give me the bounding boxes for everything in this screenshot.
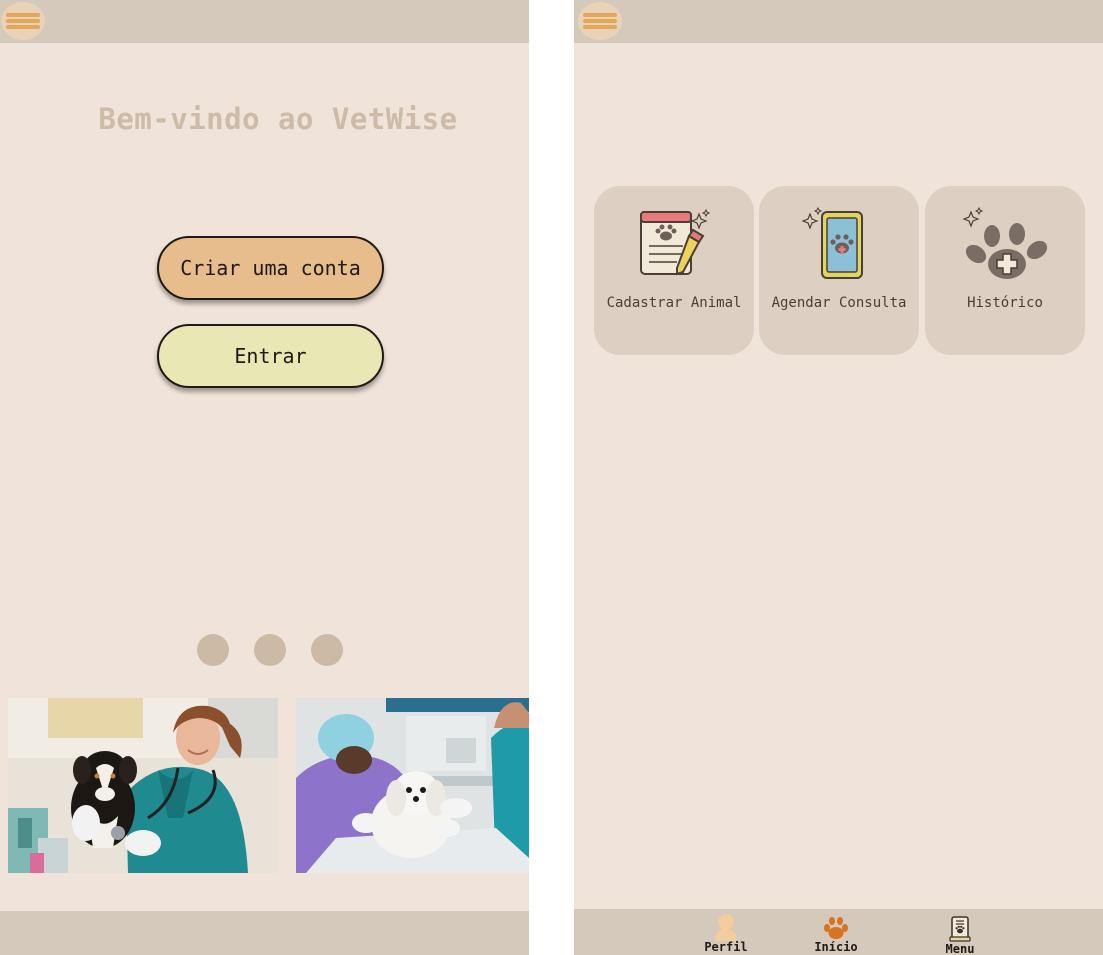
card-label: Cadastrar Animal (606, 295, 742, 311)
nav-perfil[interactable]: Perfil (686, 909, 766, 955)
paw-plus-icon (959, 206, 1051, 284)
nav-label: Menu (945, 942, 975, 955)
carousel-dot[interactable] (197, 634, 229, 666)
login-button[interactable]: Entrar (157, 324, 384, 388)
nav-inicio[interactable]: Início (796, 909, 876, 955)
schedule-appointment-card[interactable]: Agendar Consulta (759, 186, 919, 355)
top-bar (574, 0, 1103, 43)
top-bar (0, 0, 529, 43)
hamburger-menu-icon[interactable] (578, 2, 622, 40)
card-label: Agendar Consulta (771, 295, 907, 311)
notepad-paw-icon (637, 206, 711, 284)
vet-examining-dog-photo (296, 698, 529, 873)
home-screen: Cadastrar Animal Agendar Consulta Histór… (574, 0, 1103, 955)
bottom-nav: Perfil Início Menu (574, 909, 1103, 955)
phone-paw-icon (801, 206, 876, 284)
nav-menu[interactable]: Menu (920, 909, 1000, 955)
carousel-indicator (197, 634, 343, 666)
vet-with-puppy-photo (8, 698, 278, 873)
nav-label: Perfil (704, 940, 748, 954)
hamburger-menu-icon[interactable] (1, 2, 45, 40)
nav-label: Início (814, 940, 858, 954)
history-card[interactable]: Histórico (925, 186, 1085, 355)
welcome-title: Bem-vindo ao VetWise (98, 102, 458, 136)
card-label: Histórico (967, 295, 1043, 311)
create-account-button[interactable]: Criar uma conta (157, 236, 384, 300)
register-animal-card[interactable]: Cadastrar Animal (594, 186, 754, 355)
bottom-bar (0, 911, 529, 955)
carousel-dot[interactable] (311, 634, 343, 666)
welcome-screen: Bem-vindo ao VetWise Criar uma conta Ent… (0, 0, 529, 955)
carousel-dot[interactable] (254, 634, 286, 666)
